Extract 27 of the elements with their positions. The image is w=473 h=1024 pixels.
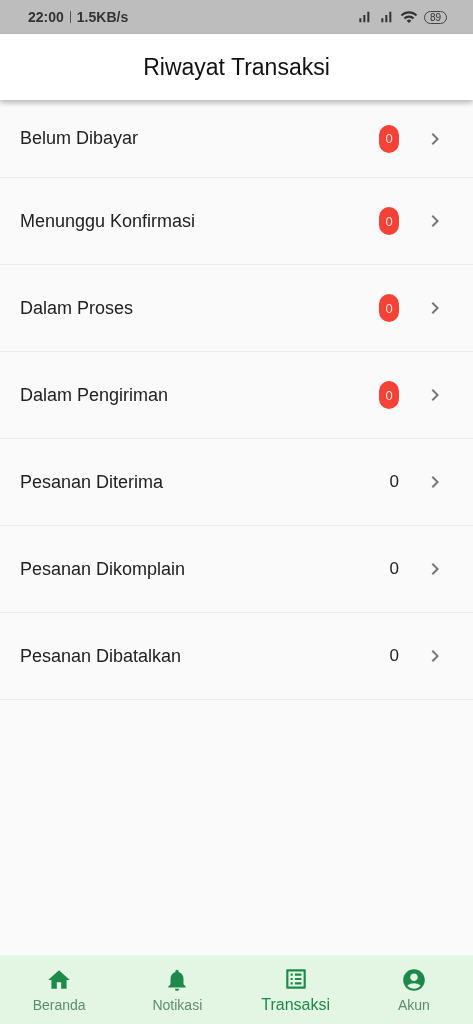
transaction-row[interactable]: Pesanan Diterima 0 — [0, 439, 473, 526]
page-title: Riwayat Transaksi — [143, 53, 330, 81]
count: 0 — [389, 472, 399, 492]
network-speed: 1.5KB/s — [76, 9, 129, 25]
transaction-row[interactable]: Pesanan Dikomplain 0 — [0, 526, 473, 613]
account-icon — [400, 966, 427, 993]
nav-tab[interactable]: Transaksi — [236, 955, 355, 1024]
transaction-row[interactable]: Pesanan Dibatalkan 0 — [0, 613, 473, 700]
wifi-icon — [399, 8, 418, 26]
row-label: Dalam Pengiriman — [20, 384, 170, 406]
count-badge: 0 — [379, 381, 399, 409]
count-badge: 0 — [379, 294, 399, 322]
transaction-row[interactable]: Menunggu Konfirmasi 0 — [0, 178, 473, 265]
count-badge: 0 — [379, 207, 399, 235]
row-label: Pesanan Dibatalkan — [20, 645, 183, 667]
transaction-row[interactable]: Belum Dibayar 0 — [0, 100, 473, 178]
row-label: Menunggu Konfirmasi — [20, 210, 197, 232]
transaction-row[interactable]: Dalam Pengiriman 0 — [0, 352, 473, 439]
row-label: Dalam Proses — [20, 297, 135, 319]
count: 0 — [389, 646, 399, 666]
status-time: 22:00 — [28, 9, 64, 25]
row-label: Pesanan Dikomplain — [20, 558, 187, 580]
row-label: Belum Dibayar — [20, 128, 140, 149]
count-badge: 0 — [379, 124, 399, 153]
row-label: Pesanan Diterima — [20, 471, 165, 493]
count: 0 — [389, 559, 399, 579]
transaction-row[interactable]: Dalam Proses 0 — [0, 265, 473, 352]
